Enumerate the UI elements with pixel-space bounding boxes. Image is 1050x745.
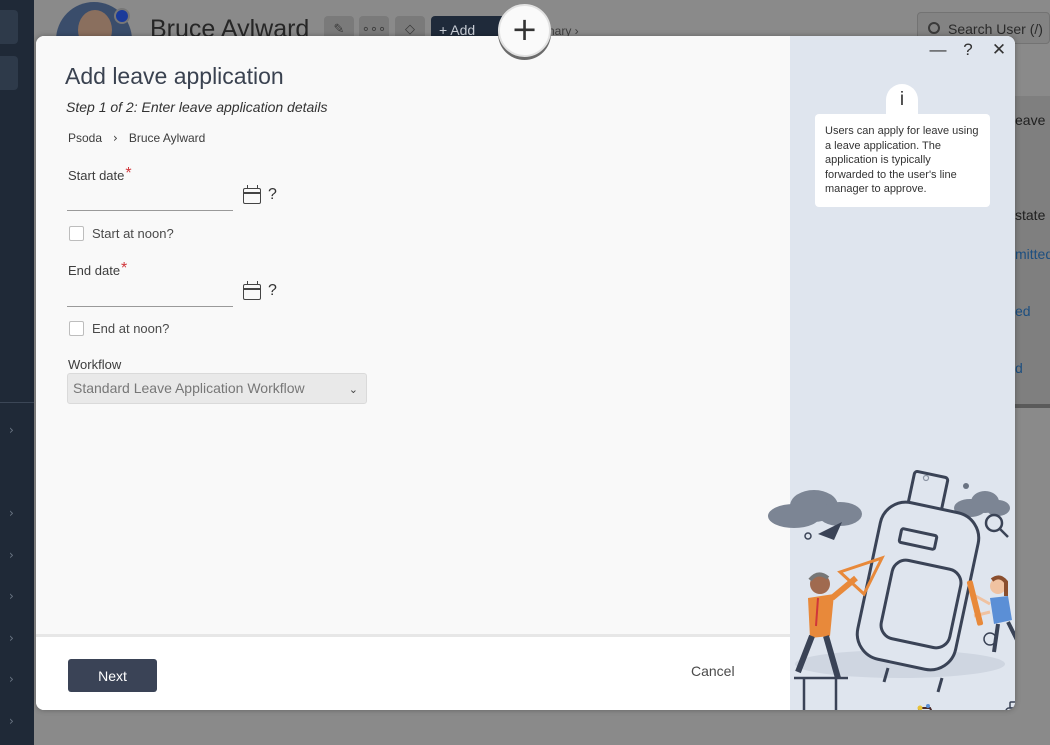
sidebar-block	[0, 10, 18, 44]
start-noon-checkbox[interactable]	[69, 226, 84, 241]
end-noon-checkbox[interactable]	[69, 321, 84, 336]
info-icon: i	[886, 84, 918, 118]
cancel-button[interactable]: Cancel	[691, 663, 735, 679]
workflow-label: Workflow	[68, 357, 122, 372]
add-leave-modal: Add leave application Step 1 of 2: Enter…	[36, 36, 1015, 710]
chevron-down-icon: ⌄	[348, 383, 358, 396]
workflow-selected-value: Standard Leave Application Workflow	[73, 380, 305, 396]
start-noon-label: Start at noon?	[92, 226, 174, 241]
start-date-label-text: Start date	[68, 168, 125, 183]
search-icon	[928, 22, 940, 34]
start-date-label: Start date*	[68, 165, 132, 185]
state-link[interactable]: d	[1015, 360, 1023, 376]
state-link[interactable]: ed	[1015, 303, 1031, 319]
chevron-right-icon[interactable]: ›	[9, 423, 14, 437]
end-date-input[interactable]	[67, 281, 233, 307]
required-marker: *	[125, 165, 132, 182]
app-sidebar: › › › › › › ›	[0, 0, 34, 745]
form-area: Add leave application Step 1 of 2: Enter…	[36, 36, 790, 634]
plus-icon[interactable]: +	[498, 4, 551, 57]
breadcrumb: Psoda › Bruce Aylward	[68, 131, 205, 145]
chevron-right-icon[interactable]: ›	[9, 589, 14, 603]
person-right	[966, 575, 1015, 653]
end-noon-row: End at noon?	[69, 321, 169, 336]
chevron-right-icon[interactable]: ›	[9, 548, 14, 562]
luggage-tag-icon	[1005, 701, 1015, 710]
travel-illustration	[768, 470, 1015, 710]
modal-footer: Next Cancel	[36, 634, 790, 710]
sidebar-block	[0, 56, 18, 90]
chevron-right-icon[interactable]: ›	[9, 506, 14, 520]
info-card: Users can apply for leave using a leave …	[815, 114, 990, 207]
breadcrumb-item-psoda[interactable]: Psoda	[68, 131, 102, 145]
workflow-select[interactable]: Standard Leave Application Workflow ⌄	[67, 373, 367, 404]
required-marker: *	[121, 260, 128, 277]
end-date-label-text: End date	[68, 263, 121, 278]
minimize-icon[interactable]: —	[928, 40, 948, 60]
start-noon-row: Start at noon?	[69, 226, 174, 241]
status-indicator	[114, 8, 130, 24]
end-noon-label: End at noon?	[92, 321, 170, 336]
start-date-input[interactable]	[67, 185, 233, 211]
state-link[interactable]: mitted	[1015, 246, 1050, 262]
chevron-right-icon[interactable]: ›	[9, 672, 14, 686]
chevron-right-icon[interactable]: ›	[9, 714, 14, 728]
end-date-label: End date*	[68, 260, 128, 280]
chevron-right-icon: ›	[113, 131, 118, 145]
modal-title: Add leave application	[65, 63, 284, 89]
chevron-right-icon[interactable]: ›	[9, 631, 14, 645]
panel-heading: eave	[1015, 112, 1046, 128]
help-icon[interactable]: ?	[268, 282, 277, 300]
magnifier-icon	[984, 513, 1004, 533]
help-icon[interactable]: ?	[268, 186, 277, 204]
calendar-icon[interactable]	[243, 185, 261, 204]
step-subtitle: Step 1 of 2: Enter leave application det…	[66, 99, 328, 115]
stool	[794, 676, 848, 710]
next-button[interactable]: Next	[68, 659, 157, 692]
info-side-panel: — ? ✕ i Users can apply for leave using …	[768, 36, 1015, 710]
help-icon[interactable]: ?	[958, 40, 978, 60]
calendar-icon[interactable]	[243, 281, 261, 300]
toolbox-icon	[917, 704, 933, 710]
cloud-left-icon	[768, 490, 862, 528]
sidebar-divider	[0, 402, 34, 403]
breadcrumb-item-user[interactable]: Bruce Aylward	[129, 131, 205, 145]
paper-plane-icon	[818, 522, 842, 540]
search-placeholder: Search User (/)	[948, 21, 1043, 37]
column-header-state: state	[1015, 207, 1046, 223]
leave-panel: eave state mitted ed d	[1015, 96, 1050, 408]
close-icon[interactable]: ✕	[989, 40, 1009, 60]
